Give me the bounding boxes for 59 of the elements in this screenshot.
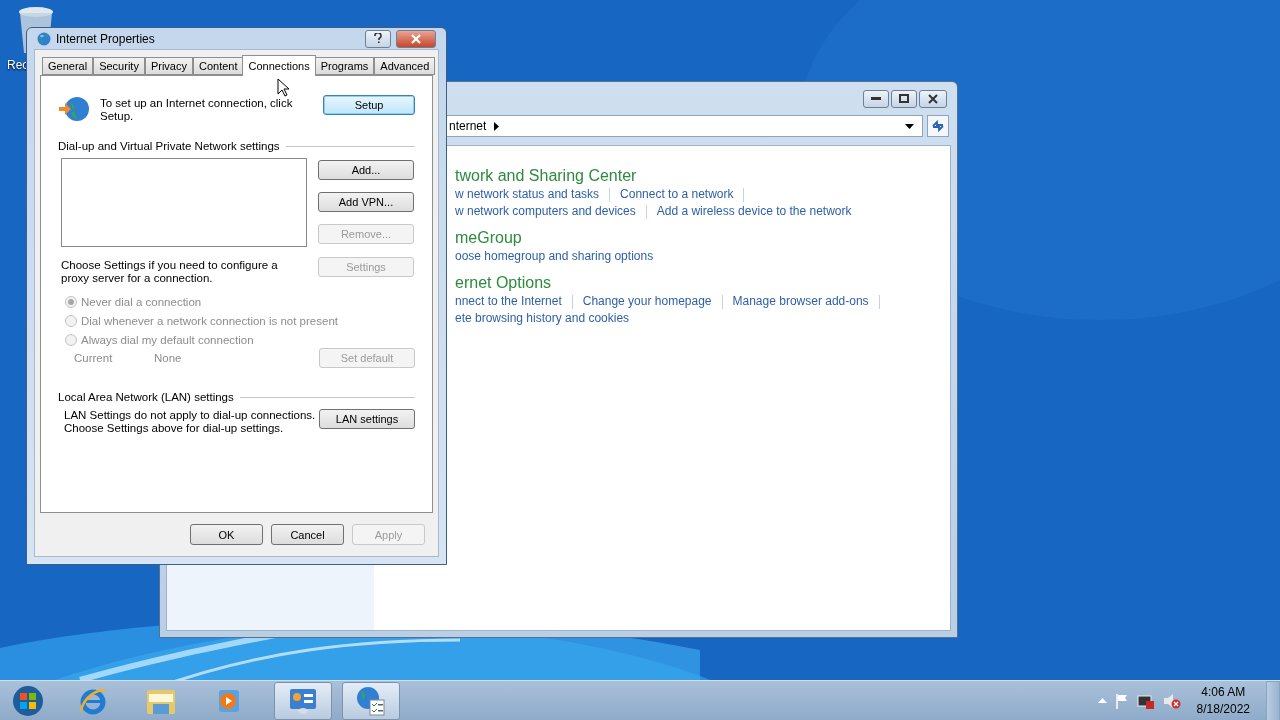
- task-link[interactable]: Change your homepage: [582, 293, 712, 310]
- minimize-icon: [871, 96, 881, 101]
- tab[interactable]: Connections: [242, 55, 316, 76]
- cursor-icon: [277, 78, 289, 97]
- group-heading: Local Area Network (LAN) settings: [58, 391, 234, 403]
- network-error-icon[interactable]: [1136, 692, 1155, 709]
- close-icon: [411, 33, 421, 44]
- section-title[interactable]: meGroup: [455, 228, 950, 248]
- section-title[interactable]: twork and Sharing Center: [455, 166, 950, 186]
- speaker-muted-icon[interactable]: [1162, 692, 1181, 709]
- window-title: Internet Properties: [56, 31, 156, 46]
- lan-settings-button[interactable]: LAN settings: [319, 409, 415, 429]
- lan-note: LAN Settings do not apply to dial-up connections. Choose Settings above for dial-up settings.: [64, 409, 316, 435]
- tab[interactable]: Security: [93, 57, 145, 75]
- close-button[interactable]: [919, 89, 947, 108]
- task-link[interactable]: Connect to a network: [620, 186, 734, 203]
- dropdown-arrow-icon[interactable]: [905, 123, 914, 129]
- taskbar-button[interactable]: [274, 681, 332, 720]
- task-link[interactable]: w network computers and devices: [455, 203, 636, 220]
- tab[interactable]: General: [42, 57, 94, 75]
- tab[interactable]: Programs: [314, 57, 375, 75]
- taskbar-button[interactable]: [342, 681, 400, 720]
- chevron-right-icon[interactable]: [494, 121, 500, 131]
- flag-icon[interactable]: [1114, 692, 1129, 709]
- minimize-button[interactable]: [863, 89, 889, 108]
- dialup-button[interactable]: Add VPN...: [318, 192, 414, 212]
- tab[interactable]: Advanced: [374, 57, 436, 75]
- help-icon: [374, 33, 382, 44]
- task-link[interactable]: nnect to the Internet: [455, 293, 562, 310]
- current-value: None: [154, 352, 182, 364]
- globe-icon: [35, 30, 51, 47]
- connections-list[interactable]: [61, 158, 307, 247]
- dialog-button[interactable]: OK: [190, 524, 263, 545]
- tab[interactable]: Content: [192, 57, 244, 75]
- start-orb-icon: [12, 684, 44, 717]
- task-link[interactable]: ete browsing history and cookies: [455, 310, 630, 327]
- task-link[interactable]: Manage browser add-ons: [732, 293, 869, 310]
- task-link[interactable]: w network status and tasks: [455, 186, 600, 203]
- refresh-icon: [931, 120, 945, 132]
- caret-up-icon[interactable]: [1097, 698, 1107, 703]
- close-icon: [928, 93, 938, 104]
- clock-time[interactable]: 4:06 AM: [1201, 683, 1246, 701]
- breadcrumb[interactable]: nternet: [449, 119, 487, 133]
- maximize-icon: [899, 94, 909, 103]
- section-title[interactable]: ernet Options: [455, 273, 950, 293]
- current-label: Current: [74, 352, 114, 364]
- maximize-button[interactable]: [891, 89, 917, 108]
- refresh-button[interactable]: [927, 115, 949, 137]
- proxy-hint: Choose Settings if you need to configure a proxy server for a connection.: [61, 259, 279, 285]
- task-link[interactable]: oose homegroup and sharing options: [455, 248, 654, 265]
- tab[interactable]: Privacy: [144, 57, 193, 75]
- clock-date[interactable]: 8/18/2022: [1196, 700, 1250, 718]
- dialup-button[interactable]: Add...: [318, 160, 414, 180]
- group-heading: Dial-up and Virtual Private Network settings: [58, 140, 280, 152]
- setup-button[interactable]: Setup: [323, 95, 415, 115]
- task-link[interactable]: Add a wireless device to the network: [656, 203, 852, 220]
- dialog-button[interactable]: Cancel: [271, 524, 344, 545]
- help-button[interactable]: [365, 29, 391, 48]
- globe-checklist-icon: [355, 684, 387, 717]
